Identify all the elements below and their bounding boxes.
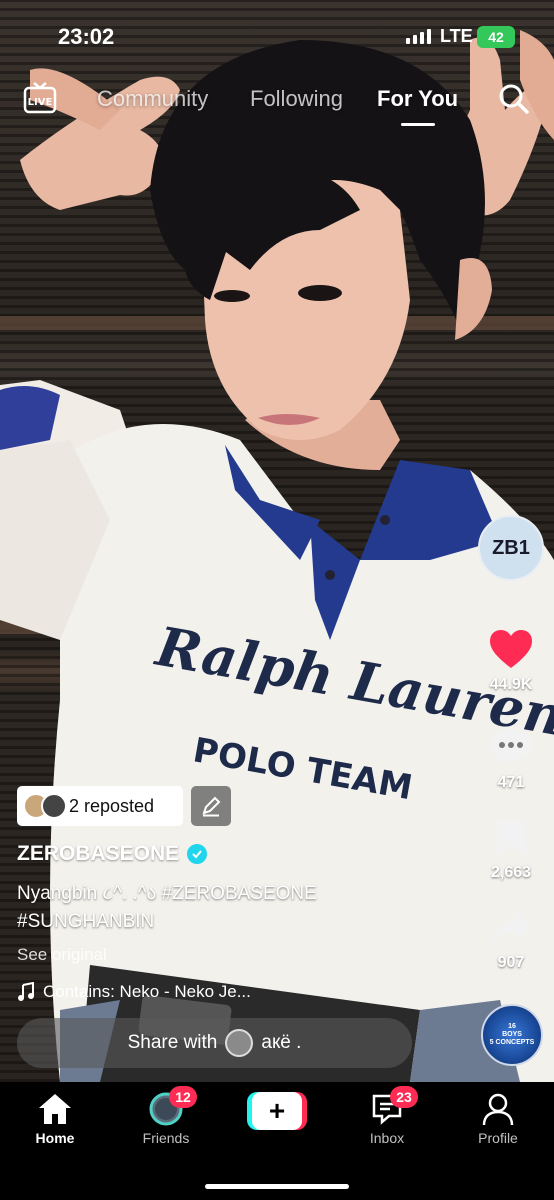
creator-avatar[interactable]: ZB1 bbox=[478, 515, 544, 581]
tab-community[interactable]: Community bbox=[97, 86, 208, 112]
svg-text:LIVE: LIVE bbox=[28, 97, 53, 108]
status-time: 23:02 bbox=[58, 24, 115, 49]
caption-text: Nyangbin ૮^. .^ა bbox=[17, 883, 162, 904]
nav-profile-label: Profile bbox=[478, 1130, 518, 1146]
home-icon bbox=[39, 1094, 71, 1124]
avatar bbox=[41, 793, 67, 819]
like-button[interactable]: 44.9K bbox=[474, 628, 548, 694]
top-navigation: LIVE Community Following For You bbox=[0, 78, 554, 128]
status-bar: 23:02 LTE 42 bbox=[0, 0, 554, 70]
search-icon[interactable] bbox=[497, 82, 531, 116]
signal-icon bbox=[406, 29, 431, 44]
inbox-badge: 23 bbox=[390, 1086, 418, 1108]
share-button[interactable]: 907 bbox=[474, 908, 548, 972]
nav-inbox-label: Inbox bbox=[369, 1130, 405, 1146]
music-disc-text: 16 bbox=[508, 1023, 516, 1031]
battery-level: 42 bbox=[488, 29, 504, 45]
creator-username[interactable]: ZEROBASEONE bbox=[17, 842, 208, 866]
music-disc-text: 5 CONCEPTS bbox=[489, 1038, 535, 1046]
repost-avatars bbox=[17, 786, 69, 826]
friends-badge: 12 bbox=[169, 1086, 197, 1108]
music-title: Contains: Neko - Neko Je... bbox=[43, 982, 251, 1001]
tab-following[interactable]: Following bbox=[250, 86, 343, 112]
share-with-bar[interactable]: Share with aкë . bbox=[17, 1018, 412, 1068]
active-tab-indicator bbox=[401, 123, 435, 126]
music-note-icon bbox=[18, 982, 34, 1001]
nav-home[interactable]: Home bbox=[10, 1092, 100, 1146]
nav-profile[interactable]: Profile bbox=[453, 1092, 543, 1146]
save-button[interactable]: 2,663 bbox=[474, 818, 548, 882]
share-count: 907 bbox=[497, 954, 525, 971]
repost-text: 2 reposted bbox=[69, 795, 155, 816]
create-button[interactable]: + bbox=[247, 1092, 307, 1130]
network-label: LTE bbox=[440, 26, 473, 46]
share-arrow-icon bbox=[491, 910, 531, 946]
save-count: 2,663 bbox=[490, 864, 532, 881]
bottom-navigation: Home 12 Friends + 23 Inbox Profile bbox=[0, 1082, 554, 1200]
nav-inbox[interactable]: 23 Inbox bbox=[342, 1086, 432, 1146]
tab-for-you[interactable]: For You bbox=[377, 86, 458, 112]
bookmark-icon bbox=[497, 820, 525, 856]
share-with-label: Share with bbox=[127, 1032, 218, 1053]
profile-icon bbox=[482, 1093, 514, 1126]
video-caption: Nyangbin ૮^. .^ა #ZEROBASEONE #SUNGHANBI… bbox=[17, 880, 457, 936]
comment-button[interactable]: 471 bbox=[474, 726, 548, 792]
battery-icon: 42 bbox=[477, 26, 515, 48]
hashtag-link[interactable]: #ZEROBASEONE bbox=[162, 883, 317, 904]
heart-icon bbox=[490, 630, 532, 668]
avatar bbox=[225, 1029, 254, 1057]
verified-badge-icon bbox=[187, 844, 208, 864]
username-text: ZEROBASEONE bbox=[17, 842, 180, 865]
creator-avatar-label: ZB1 bbox=[492, 536, 530, 559]
edit-button[interactable] bbox=[191, 786, 231, 826]
comment-icon bbox=[490, 729, 532, 765]
share-with-name: aкë . bbox=[261, 1032, 302, 1053]
nav-friends[interactable]: 12 Friends bbox=[121, 1086, 211, 1146]
music-disc[interactable]: 16 BOYS 5 CONCEPTS bbox=[481, 1004, 543, 1066]
music-disc-text: BOYS bbox=[502, 1031, 522, 1039]
plus-icon: + bbox=[252, 1092, 302, 1130]
home-indicator bbox=[205, 1184, 349, 1189]
like-count: 44.9K bbox=[489, 676, 533, 693]
pencil-icon bbox=[202, 796, 221, 817]
see-original-link[interactable]: See original bbox=[17, 945, 107, 965]
nav-friends-label: Friends bbox=[142, 1130, 190, 1146]
music-info[interactable]: Contains: Neko - Neko Je... bbox=[17, 982, 251, 1002]
nav-home-label: Home bbox=[35, 1130, 75, 1146]
repost-chip[interactable]: 2 reposted bbox=[17, 786, 183, 826]
hashtag-link[interactable]: #SUNGHANBIN bbox=[17, 911, 154, 932]
live-icon[interactable]: LIVE bbox=[22, 80, 58, 116]
comment-count: 471 bbox=[497, 774, 525, 791]
